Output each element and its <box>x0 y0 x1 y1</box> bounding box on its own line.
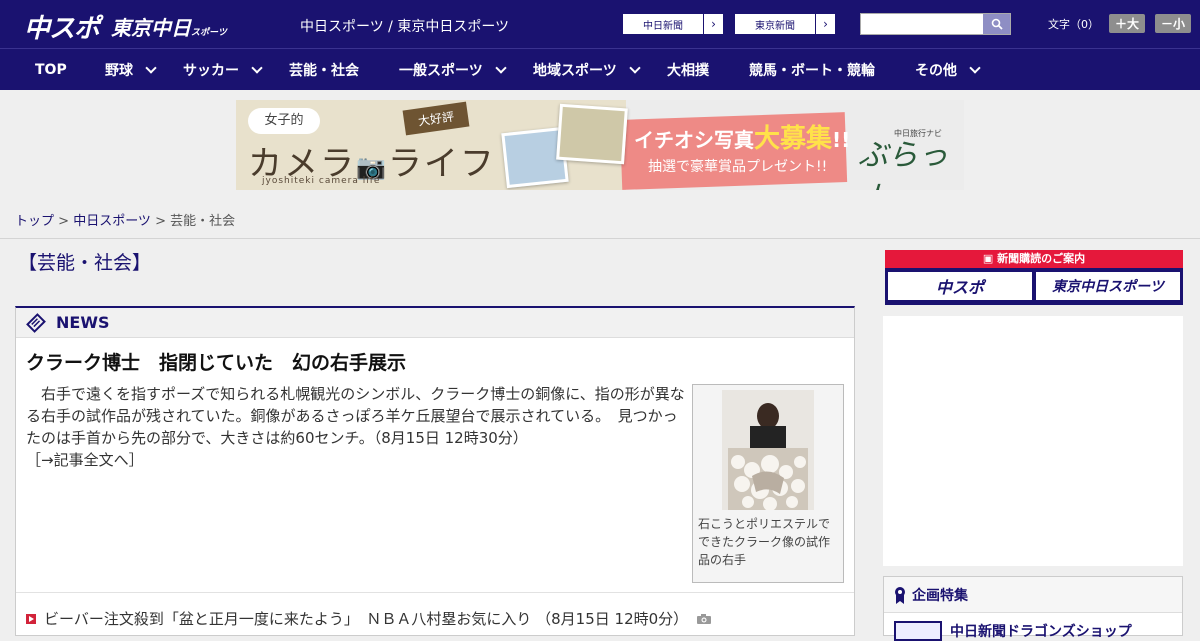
breadcrumb-section-link[interactable]: 中日スポーツ <box>73 214 151 229</box>
chevron-down-icon <box>969 62 981 74</box>
font-size-control: 文字（0） ＋大 －小 <box>1048 14 1192 33</box>
bullet-arrow-icon <box>26 613 36 624</box>
main-nav: TOP 野球 サッカー 芸能・社会 一般スポーツ 地域スポーツ 大相撲 競馬・ボ… <box>0 48 1200 90</box>
nav-label: 一般スポーツ <box>399 63 483 79</box>
top-article-title[interactable]: クラーク博士 指閉じていた 幻の右手展示 <box>26 348 406 375</box>
ribbon-icon <box>895 586 905 604</box>
banner-headline: イチオシ写真大募集!! <box>634 124 851 154</box>
nav-label: 野球 <box>105 63 133 79</box>
nav-label: 大相撲 <box>667 63 709 79</box>
list-item: ビーバー注文殺到「盆と正月一度に来たよう」 ＮＢＡ八村塁お気に入り （8月15日… <box>26 608 712 629</box>
news-header: NEWS <box>16 308 854 338</box>
feature-item[interactable]: 中日新聞ドラゴンズショップ <box>894 621 1132 641</box>
nav-label: その他 <box>915 63 957 79</box>
top-article-text: 右手で遠くを指すポーズで知られる札幌観光のシンボル、クラーク博士の銅像に、指の形… <box>26 385 685 447</box>
read-more-link[interactable]: ［→記事全文へ］ <box>26 451 144 469</box>
nav-label: TOP <box>35 62 67 78</box>
article-photo-illustration <box>722 390 814 511</box>
tokyo-chunichi-logo[interactable]: 東京中日スポーツ <box>111 12 227 41</box>
nav-item-general-sports[interactable]: 一般スポーツ <box>399 49 507 91</box>
nav-item-soccer[interactable]: サッカー <box>183 49 263 91</box>
divider <box>0 238 1200 239</box>
nav-item-top[interactable]: TOP <box>35 49 67 91</box>
top-header: 中スポ 東京中日スポーツ 中日スポーツ / 東京中日スポーツ 中日新聞 › 東京… <box>0 0 1200 48</box>
newspaper-icon <box>26 312 46 333</box>
search-button[interactable] <box>983 14 1010 34</box>
newspaper-icon: ▣ <box>982 252 994 265</box>
nav-item-entertainment[interactable]: 芸能・社会 <box>289 49 359 91</box>
article-photo-image <box>722 390 814 511</box>
chevron-down-icon <box>251 62 263 74</box>
feature-header: 企画特集 <box>884 577 1182 613</box>
chevron-down-icon <box>495 62 507 74</box>
category-title: 【芸能・社会】 <box>18 252 152 274</box>
font-bigger-button[interactable]: ＋大 <box>1109 14 1146 33</box>
feature-item-label: 中日新聞ドラゴンズショップ <box>950 624 1132 640</box>
chevron-right-icon: › <box>703 14 723 34</box>
site-name: 中日スポーツ / 東京中日スポーツ <box>300 19 510 35</box>
breadcrumb-current: 芸能・社会 <box>170 214 236 229</box>
banner-subline: 抽選で豪華賞品プレゼント!! <box>648 159 828 175</box>
chuspo-logo[interactable]: 中スポ <box>24 8 100 45</box>
chevron-down-icon <box>145 62 157 74</box>
top-article-body: 右手で遠くを指すポーズで知られる札幌観光のシンボル、クラーク博士の銅像に、指の形… <box>26 383 686 471</box>
ad-banner[interactable]: 女子的 カメラ📷ライフ jyoshiteki camera life 大好評 イ… <box>236 100 964 190</box>
sidebar-ad-slot <box>883 316 1183 566</box>
breadcrumb-home-link[interactable]: トップ <box>15 214 54 229</box>
subscribe-tokyo-chunichi-button[interactable]: 東京中日スポーツ <box>1036 272 1180 300</box>
search-box <box>860 13 1011 35</box>
subscribe-chuspo-button[interactable]: 中スポ <box>888 272 1032 300</box>
feature-box: 企画特集 中日新聞ドラゴンズショップ <box>883 576 1183 641</box>
nav-label: 芸能・社会 <box>289 63 359 79</box>
feature-thumbnail <box>894 621 942 641</box>
divider <box>16 592 854 593</box>
tokyo-shimbun-button[interactable]: 東京新聞 › <box>734 13 836 35</box>
breadcrumb-separator: > <box>54 214 74 229</box>
chevron-down-icon <box>629 62 641 74</box>
subscription-title: ▣ 新聞購読のご案内 <box>982 252 1086 265</box>
nav-item-baseball[interactable]: 野球 <box>105 49 157 91</box>
font-size-label: 文字（0） <box>1048 17 1099 31</box>
camera-icon <box>697 613 712 624</box>
banner-joshi-bubble: 女子的 <box>248 108 320 134</box>
breadcrumb: トップ > 中日スポーツ > 芸能・社会 <box>15 210 235 229</box>
news-header-label: NEWS <box>56 313 110 332</box>
breadcrumb-separator: > <box>150 214 171 229</box>
article-photo-caption: 石こうとポリエステルでできたクラーク像の試作品の右手 <box>698 517 831 567</box>
tokyo-shimbun-label: 東京新聞 <box>755 20 795 32</box>
news-item-link[interactable]: ビーバー注文殺到「盆と正月一度に来たよう」 ＮＢＡ八村塁お気に入り （8月15日… <box>44 608 688 629</box>
nav-item-local-sports[interactable]: 地域スポーツ <box>533 49 641 91</box>
chevron-right-icon: › <box>815 14 835 34</box>
banner-photo-2 <box>556 103 628 165</box>
chunichi-shimbun-button[interactable]: 中日新聞 › <box>622 13 724 35</box>
search-input[interactable] <box>861 14 983 34</box>
feature-title: 企画特集 <box>912 587 968 604</box>
news-box: NEWS クラーク博士 指閉じていた 幻の右手展示 右手で遠くを指すポーズで知ら… <box>15 306 855 636</box>
nav-label: サッカー <box>183 63 239 79</box>
banner-brand-logo: ぶらっ人 <box>858 138 948 190</box>
search-icon <box>991 18 1003 30</box>
article-photo[interactable]: 石こうとポリエステルでできたクラーク像の試作品の右手 <box>692 384 844 583</box>
nav-label: 競馬・ボート・競輪 <box>749 63 875 79</box>
nav-label: 地域スポーツ <box>533 63 617 79</box>
nav-item-racing[interactable]: 競馬・ボート・競輪 <box>749 49 875 91</box>
subscription-box: ▣ 新聞購読のご案内 中スポ 東京中日スポーツ <box>885 250 1183 305</box>
nav-item-sumo[interactable]: 大相撲 <box>667 49 709 91</box>
nav-item-other[interactable]: その他 <box>915 49 981 91</box>
font-smaller-button[interactable]: －小 <box>1155 14 1192 33</box>
banner-subtitle: jyoshiteki camera life <box>262 176 381 186</box>
site-logo[interactable]: 中スポ 東京中日スポーツ <box>24 8 227 45</box>
chunichi-shimbun-label: 中日新聞 <box>643 20 683 32</box>
